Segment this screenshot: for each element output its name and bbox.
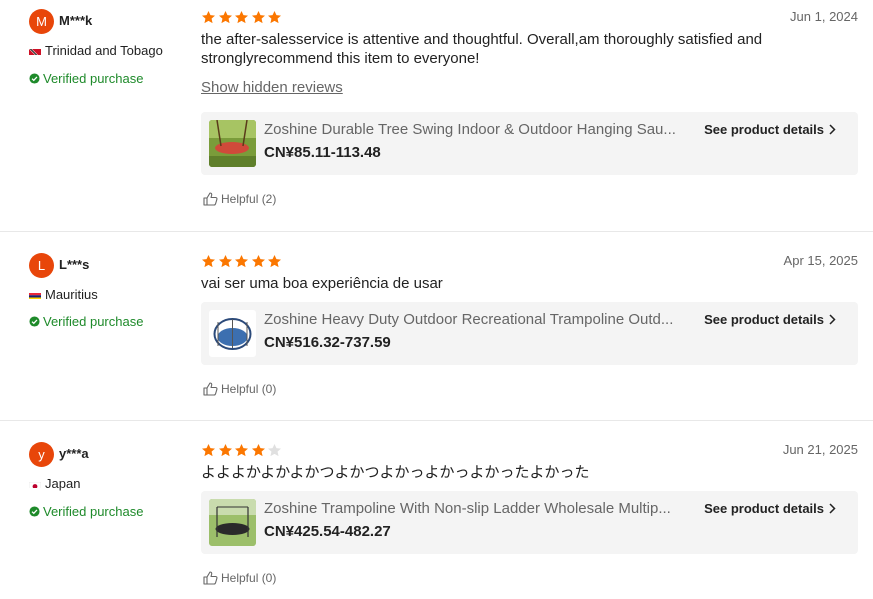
product-price: CN¥85.11-113.48 bbox=[264, 144, 381, 161]
verified-purchase-badge: Verified purchase bbox=[29, 71, 143, 86]
show-hidden-reviews-link[interactable]: Show hidden reviews bbox=[201, 79, 343, 96]
product-price: CN¥425.54-482.27 bbox=[264, 523, 391, 540]
japan-flag-icon bbox=[29, 479, 41, 488]
verified-label: Verified purchase bbox=[43, 314, 144, 329]
verified-purchase-badge: Verified purchase bbox=[29, 314, 143, 329]
details-label: See product details bbox=[704, 501, 824, 516]
reviewer-country: Mauritius bbox=[29, 287, 98, 302]
see-product-details-link[interactable]: See product details bbox=[704, 122, 836, 137]
helpful-label: Helpful (0) bbox=[221, 571, 277, 585]
avatar: y bbox=[29, 442, 54, 467]
review-date: Jun 21, 2025 bbox=[782, 442, 858, 457]
product-thumbnail[interactable] bbox=[209, 499, 256, 546]
product-price: CN¥516.32-737.59 bbox=[264, 334, 391, 351]
star-filled-icon bbox=[202, 10, 215, 24]
see-product-details-link[interactable]: See product details bbox=[704, 501, 836, 516]
star-empty-icon bbox=[268, 443, 281, 457]
avatar: M bbox=[29, 9, 54, 34]
rating-stars bbox=[201, 10, 284, 25]
star-filled-icon bbox=[218, 10, 232, 24]
review-item: y y***a Japan Verified purchase Jun 21, … bbox=[0, 421, 873, 599]
review-date: Apr 15, 2025 bbox=[783, 253, 858, 268]
product-card[interactable]: Zoshine Trampoline With Non-slip Ladder … bbox=[201, 491, 858, 554]
country-label: Mauritius bbox=[45, 287, 98, 302]
product-title[interactable]: Zoshine Durable Tree Swing Indoor & Outd… bbox=[264, 121, 694, 138]
review-text: the after-salesservice is attentive and … bbox=[201, 31, 763, 67]
rating-stars bbox=[201, 254, 284, 269]
helpful-button[interactable]: Helpful (2) bbox=[203, 192, 276, 206]
mauritius-flag-icon bbox=[29, 290, 41, 299]
reviewer-country: Trinidad and Tobago bbox=[29, 43, 163, 58]
thumbs-up-icon bbox=[203, 192, 218, 206]
country-label: Japan bbox=[45, 476, 81, 491]
review-item: L L***s Mauritius Verified purchase Apr … bbox=[0, 232, 873, 421]
verified-purchase-badge: Verified purchase bbox=[29, 504, 143, 519]
helpful-button[interactable]: Helpful (0) bbox=[203, 571, 276, 585]
reviewer-name: L***s bbox=[59, 257, 90, 272]
star-filled-icon bbox=[202, 254, 215, 268]
star-filled-icon bbox=[218, 443, 232, 457]
product-card[interactable]: Zoshine Durable Tree Swing Indoor & Outd… bbox=[201, 112, 858, 175]
thumbs-up-icon bbox=[203, 382, 218, 396]
review-date: Jun 1, 2024 bbox=[790, 9, 858, 24]
star-filled-icon bbox=[251, 254, 265, 268]
chevron-right-icon bbox=[829, 503, 836, 514]
details-label: See product details bbox=[704, 122, 824, 137]
country-label: Trinidad and Tobago bbox=[45, 43, 163, 58]
product-title[interactable]: Zoshine Trampoline With Non-slip Ladder … bbox=[264, 500, 694, 517]
helpful-label: Helpful (0) bbox=[221, 382, 277, 396]
avatar: L bbox=[29, 253, 54, 278]
star-filled-icon bbox=[251, 10, 265, 24]
helpful-label: Helpful (2) bbox=[221, 192, 277, 206]
review-text: よよよかよかよかつよかつよかっよかっよかったよかった bbox=[201, 464, 590, 481]
helpful-button[interactable]: Helpful (0) bbox=[203, 382, 276, 396]
trinidad-and-tobago-flag-icon bbox=[29, 46, 41, 55]
review-text: vai ser uma boa experiência de usar bbox=[201, 275, 443, 292]
product-thumbnail[interactable] bbox=[209, 310, 256, 357]
star-filled-icon bbox=[235, 443, 248, 457]
see-product-details-link[interactable]: See product details bbox=[704, 312, 836, 327]
star-filled-icon bbox=[251, 443, 265, 457]
review-item: M M***k Trinidad and Tobago Verified pur… bbox=[0, 0, 873, 232]
reviewer-name: M***k bbox=[59, 13, 93, 28]
thumbs-up-icon bbox=[203, 571, 218, 585]
verified-label: Verified purchase bbox=[43, 71, 144, 86]
reviewer-name: y***a bbox=[59, 446, 89, 461]
star-filled-icon bbox=[268, 254, 281, 268]
product-card[interactable]: Zoshine Heavy Duty Outdoor Recreational … bbox=[201, 302, 858, 365]
star-filled-icon bbox=[268, 10, 281, 24]
chevron-right-icon bbox=[829, 314, 836, 325]
reviewer-country: Japan bbox=[29, 476, 80, 491]
verified-shield-icon bbox=[29, 316, 40, 327]
details-label: See product details bbox=[704, 312, 824, 327]
chevron-right-icon bbox=[829, 124, 836, 135]
product-title[interactable]: Zoshine Heavy Duty Outdoor Recreational … bbox=[264, 311, 694, 328]
star-filled-icon bbox=[218, 254, 232, 268]
star-filled-icon bbox=[235, 10, 248, 24]
star-filled-icon bbox=[235, 254, 248, 268]
verified-label: Verified purchase bbox=[43, 504, 144, 519]
verified-shield-icon bbox=[29, 73, 40, 84]
star-filled-icon bbox=[202, 443, 215, 457]
product-thumbnail[interactable] bbox=[209, 120, 256, 167]
verified-shield-icon bbox=[29, 506, 40, 517]
rating-stars bbox=[201, 443, 284, 458]
